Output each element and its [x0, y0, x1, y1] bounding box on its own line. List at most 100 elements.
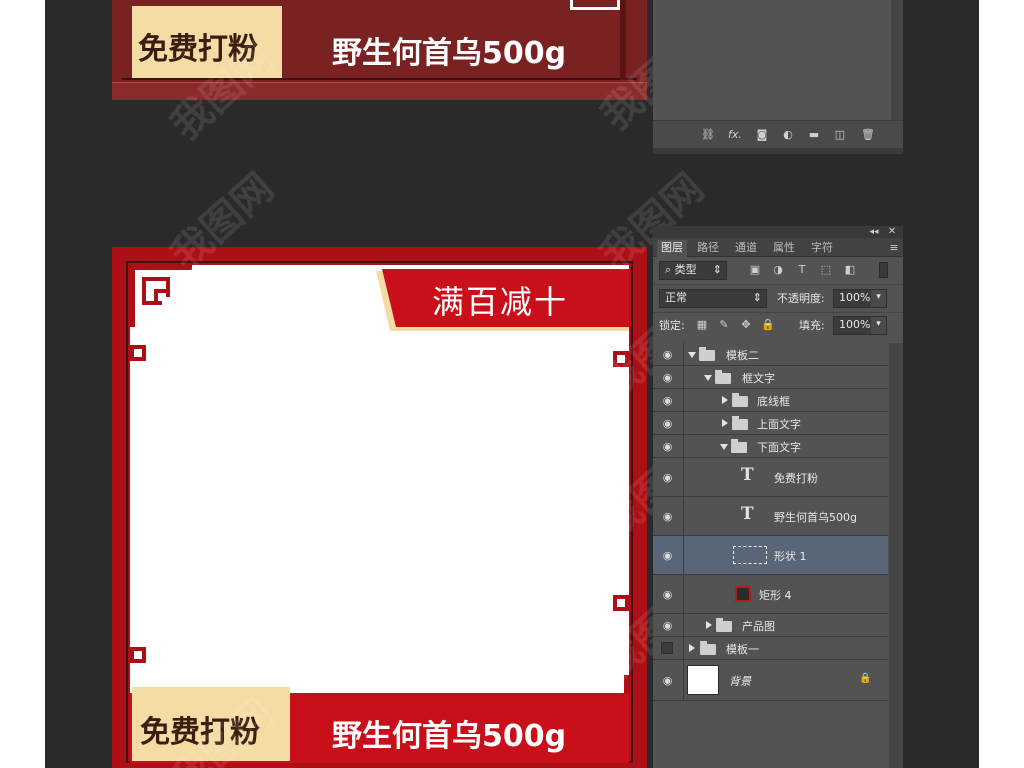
panel-menu-icon[interactable]: ≡: [887, 241, 901, 255]
visibility-toggle-off[interactable]: [661, 642, 673, 654]
top-product-title: 野生何首乌500g: [332, 36, 567, 71]
eye-icon[interactable]: ◉: [661, 417, 674, 430]
lock-icon: 🔒: [859, 673, 872, 684]
lock-all-icon[interactable]: 🔒: [761, 318, 775, 332]
eye-icon[interactable]: ◉: [661, 371, 674, 384]
lock-label: 锁定:: [659, 319, 685, 332]
folder-icon: [699, 347, 715, 361]
corner-ornament-tl: [130, 265, 192, 327]
rectangle-thumbnail: [735, 586, 751, 602]
layer-row[interactable]: ◉ 上面文字: [653, 412, 888, 435]
eye-icon[interactable]: ◉: [661, 440, 674, 453]
layer-name: 免费打粉: [774, 472, 818, 485]
layer-name: 模板二: [726, 349, 759, 362]
tab-paths[interactable]: 路径: [693, 240, 723, 257]
opacity-input[interactable]: 100% ▾: [833, 289, 887, 308]
expand-arrow-icon[interactable]: [704, 375, 712, 381]
chevron-down-icon[interactable]: ▾: [871, 290, 886, 307]
scrollbar[interactable]: [891, 0, 903, 120]
layer-name: 产品图: [742, 620, 775, 633]
panel-tabs: 图层 路径 通道 属性 字符 ≡: [653, 238, 903, 257]
layer-name: 形状 1: [774, 550, 807, 563]
layer-filter-select[interactable]: ⌕ 类型 ⇕: [659, 261, 727, 280]
collapse-icon[interactable]: ◂◂: [867, 225, 881, 239]
expand-arrow-icon[interactable]: [706, 621, 712, 629]
trash-icon[interactable]: 🗑: [861, 128, 875, 141]
adjustment-filter-icon[interactable]: ◑: [771, 263, 785, 277]
eye-icon[interactable]: ◉: [661, 394, 674, 407]
layer-row[interactable]: ◉ 模板二: [653, 343, 888, 366]
expand-arrow-icon[interactable]: [720, 444, 728, 450]
layers-footer-toolbar: ⛓ fx. ◙ ◐ ▬ ◫ 🗑: [653, 120, 903, 148]
panel-titlebar: ◂◂ ✕: [653, 226, 903, 238]
eye-icon[interactable]: ◉: [661, 510, 674, 523]
layer-row[interactable]: 模板一: [653, 637, 888, 660]
dropdown-arrows-icon: ⇕: [712, 263, 722, 276]
filter-toggle[interactable]: [879, 262, 888, 278]
lock-paint-icon[interactable]: ✎: [717, 318, 731, 332]
layer-name: 框文字: [742, 372, 775, 385]
layer-row[interactable]: ◉ 框文字: [653, 366, 888, 389]
layer-row[interactable]: ◉ 矩形 4: [653, 575, 888, 614]
layer-row-selected[interactable]: ◉ 形状 1: [653, 536, 888, 575]
folder-icon: [731, 439, 747, 453]
layer-name: 模板一: [726, 643, 759, 656]
close-icon[interactable]: ✕: [885, 225, 899, 239]
bottom-product-title: 野生何首乌500g: [332, 719, 567, 754]
lock-position-icon[interactable]: ✥: [739, 318, 753, 332]
link-icon[interactable]: ⛓: [701, 128, 715, 141]
layer-row[interactable]: ◉ T 免费打粉: [653, 458, 888, 497]
expand-arrow-icon[interactable]: [689, 644, 695, 652]
dropdown-arrows-icon: ⇕: [752, 291, 762, 304]
pixel-filter-icon[interactable]: ▣: [748, 263, 762, 277]
layer-name: 矩形 4: [759, 589, 792, 602]
tab-properties[interactable]: 属性: [769, 240, 799, 257]
layers-panel-fragment: ⛓ fx. ◙ ◐ ▬ ◫ 🗑: [653, 0, 903, 154]
background-thumbnail: [687, 665, 719, 695]
eye-icon[interactable]: ◉: [661, 549, 674, 562]
top-free-grind-text: 免费打粉: [138, 32, 258, 67]
side-square-ornament: [130, 647, 146, 663]
fill-input[interactable]: 100% ▾: [833, 316, 887, 335]
adjustment-icon[interactable]: ◐: [781, 128, 795, 141]
expand-arrow-icon[interactable]: [722, 419, 728, 427]
new-layer-icon[interactable]: ◫: [833, 128, 847, 141]
layer-name: 下面文字: [757, 441, 801, 454]
layer-name: 野生何首乌500g: [774, 511, 857, 524]
eye-icon[interactable]: ◉: [661, 471, 674, 484]
expand-arrow-icon[interactable]: [688, 352, 696, 358]
type-filter-icon[interactable]: T: [795, 263, 809, 277]
folder-icon: [732, 393, 748, 407]
chevron-down-icon[interactable]: ▾: [871, 317, 886, 334]
folder-icon[interactable]: ▬: [807, 128, 821, 141]
eye-icon[interactable]: ◉: [661, 674, 674, 687]
folder-icon: [700, 641, 716, 655]
eye-icon[interactable]: ◉: [661, 619, 674, 632]
shape-filter-icon[interactable]: ⬚: [819, 263, 833, 277]
layer-row[interactable]: ◉ T 野生何首乌500g: [653, 497, 888, 536]
bottom-product-frame: 满百减十 免费打粉 野生何首乌500g: [112, 247, 647, 768]
fx-icon[interactable]: fx.: [725, 128, 745, 141]
layer-name: 背景: [729, 675, 751, 688]
smart-object-filter-icon[interactable]: ◧: [843, 263, 857, 277]
scrollbar[interactable]: [889, 343, 903, 768]
discount-banner-text: 满百减十: [432, 283, 569, 321]
expand-arrow-icon[interactable]: [722, 396, 728, 404]
eye-icon[interactable]: ◉: [661, 588, 674, 601]
layer-name: 底线框: [757, 395, 790, 408]
folder-icon: [732, 416, 748, 430]
mask-icon[interactable]: ◙: [755, 128, 769, 141]
lock-transparency-icon[interactable]: ▦: [695, 318, 709, 332]
tab-layers[interactable]: 图层: [657, 240, 687, 257]
eye-icon[interactable]: ◉: [661, 348, 674, 361]
blend-mode-select[interactable]: 正常 ⇕: [659, 289, 767, 308]
layer-row[interactable]: ◉ 下面文字: [653, 435, 888, 458]
layer-row[interactable]: ◉ 产品图: [653, 614, 888, 637]
tab-channels[interactable]: 通道: [731, 240, 761, 257]
work-area: 免费打粉 野生何首乌500g 满百减十 免费打粉 野生何首乌500g 我图网 我…: [45, 0, 979, 768]
top-product-frame: 免费打粉 野生何首乌500g: [112, 0, 647, 100]
layer-row[interactable]: ◉ 背景 🔒: [653, 660, 888, 701]
layer-row[interactable]: ◉ 底线框: [653, 389, 888, 412]
tab-character[interactable]: 字符: [807, 240, 837, 257]
folder-icon: [716, 618, 732, 632]
